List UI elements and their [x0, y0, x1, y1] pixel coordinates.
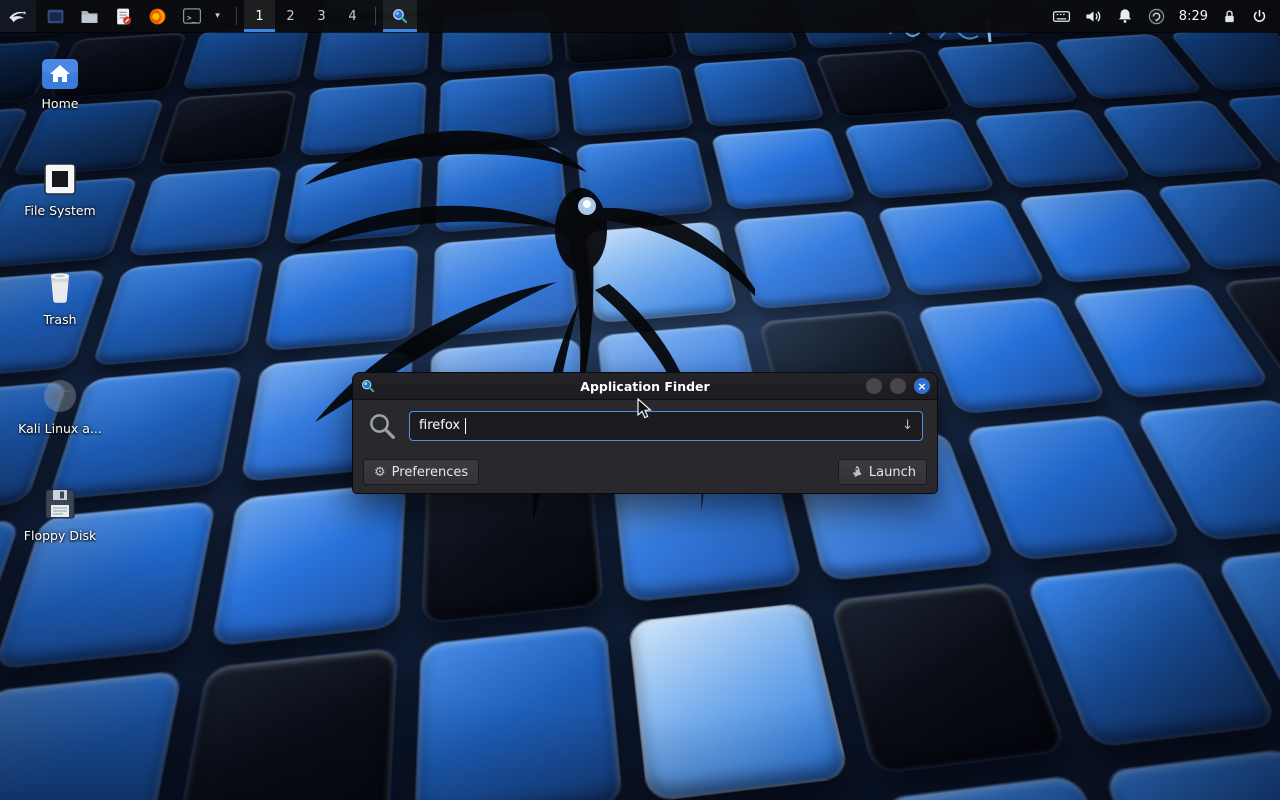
wallpaper-cube: [630, 604, 848, 800]
power-tray-item[interactable]: [1251, 8, 1268, 25]
update-status-tray-item[interactable]: [1147, 7, 1166, 26]
search-input-value: firefox: [419, 418, 460, 433]
desktop-icon-label: Kali Linux a...: [18, 421, 102, 436]
quick-launchers: >_ ▾: [36, 0, 229, 32]
wallpaper-cube: [416, 626, 622, 800]
desktop-icon-label: Trash: [43, 312, 76, 327]
floppy-disk-icon: [42, 486, 78, 522]
keyboard-tray-item[interactable]: [1052, 7, 1071, 26]
workspace-1-button[interactable]: 1: [244, 0, 275, 32]
keyboard-icon: [1052, 7, 1071, 26]
window-title: Application Finder: [580, 379, 709, 394]
wallpaper-cube: [174, 648, 397, 800]
launch-icon: [849, 465, 863, 479]
wallpaper-cube: [844, 118, 995, 198]
workspace-4-button[interactable]: 4: [337, 0, 368, 32]
firefox-icon: [148, 7, 167, 26]
launcher-dropdown-chevron[interactable]: ▾: [211, 11, 224, 21]
wallpaper-cube: [831, 583, 1067, 773]
desktop-icon-column: Home File System Trash Kali Linux a...: [10, 58, 110, 543]
taskbar-application-finder-button[interactable]: [383, 0, 417, 32]
minimize-button[interactable]: [866, 378, 882, 394]
text-editor-icon: [114, 7, 133, 26]
desktop-icon-kali-linux[interactable]: Kali Linux a...: [10, 377, 110, 436]
panel-separator: [236, 7, 237, 25]
workspace-3-button[interactable]: 3: [306, 0, 337, 32]
search-input[interactable]: firefox ↓: [409, 411, 923, 441]
terminal-prompt-glyph: >_: [187, 13, 196, 22]
file-manager-launcher[interactable]: [41, 0, 70, 32]
desktop-icon-label: Floppy Disk: [24, 528, 96, 543]
mouse-cursor: [636, 398, 656, 420]
power-icon: [1251, 8, 1268, 25]
applications-menu-button[interactable]: [0, 0, 36, 32]
desktop-icon-home[interactable]: Home: [10, 58, 110, 111]
workspace-switcher: 1 2 3 4: [244, 0, 368, 32]
preferences-label: Preferences: [392, 465, 468, 480]
volume-tray-item[interactable]: [1084, 7, 1103, 26]
wallpaper-cube: [877, 200, 1045, 296]
volume-icon: [1084, 7, 1103, 26]
close-icon: ×: [917, 381, 926, 392]
notifications-tray-item[interactable]: [1116, 7, 1134, 25]
launch-button[interactable]: Launch: [838, 459, 927, 485]
file-system-icon: [42, 161, 78, 197]
wallpaper-cube: [1103, 749, 1280, 800]
desktop-icon-trash[interactable]: Trash: [10, 268, 110, 327]
desktop-icon-file-system[interactable]: File System: [10, 161, 110, 218]
top-panel: >_ ▾ 1 2 3 4: [0, 0, 1280, 32]
folder-launcher[interactable]: [75, 0, 104, 32]
trash-icon: [42, 268, 78, 306]
wallpaper-cube: [183, 25, 309, 89]
finder-action-row: ⚙ Preferences Launch: [363, 459, 927, 485]
wallpaper-cube: [0, 671, 182, 800]
screen-lock-tray-item[interactable]: [1221, 8, 1238, 25]
application-finder-task-icon: [391, 7, 409, 25]
text-caret: [465, 418, 466, 434]
file-manager-icon: [46, 7, 65, 26]
wallpaper-cube: [973, 109, 1132, 188]
wallpaper-cube: [733, 211, 893, 309]
firefox-launcher[interactable]: [143, 0, 172, 32]
wallpaper-cube: [816, 49, 953, 117]
terminal-launcher[interactable]: >_: [177, 0, 206, 32]
titlebar[interactable]: Application Finder ×: [353, 373, 937, 400]
desktop-icon-label: File System: [24, 203, 96, 218]
preferences-button[interactable]: ⚙ Preferences: [363, 459, 479, 485]
application-finder-window: Application Finder × firefox ↓ ⚙ Prefere…: [352, 372, 938, 494]
application-finder-window-icon: [360, 378, 376, 394]
launch-label: Launch: [869, 465, 916, 480]
home-icon: [41, 58, 79, 90]
window-controls: ×: [866, 378, 930, 394]
wallpaper-cube: [917, 297, 1107, 414]
search-icon: [367, 411, 397, 441]
desktop-icon-label: Home: [42, 96, 79, 111]
kali-menu-icon: [7, 5, 29, 27]
maximize-button[interactable]: [890, 378, 906, 394]
text-editor-launcher[interactable]: [109, 0, 138, 32]
bell-icon: [1116, 7, 1134, 25]
combo-dropdown-arrow[interactable]: ↓: [902, 418, 913, 433]
kali-linux-icon: [41, 377, 79, 415]
close-button[interactable]: ×: [914, 378, 930, 394]
update-status-icon: [1147, 7, 1166, 26]
folder-icon: [80, 7, 99, 26]
workspace-2-button[interactable]: 2: [275, 0, 306, 32]
gear-icon: ⚙: [374, 465, 386, 480]
lock-icon: [1221, 8, 1238, 25]
panel-status-tray: 8:29: [1052, 0, 1280, 32]
panel-clock[interactable]: 8:29: [1179, 9, 1208, 24]
desktop-icon-floppy-disk[interactable]: Floppy Disk: [10, 486, 110, 543]
panel-separator-2: [375, 7, 376, 25]
